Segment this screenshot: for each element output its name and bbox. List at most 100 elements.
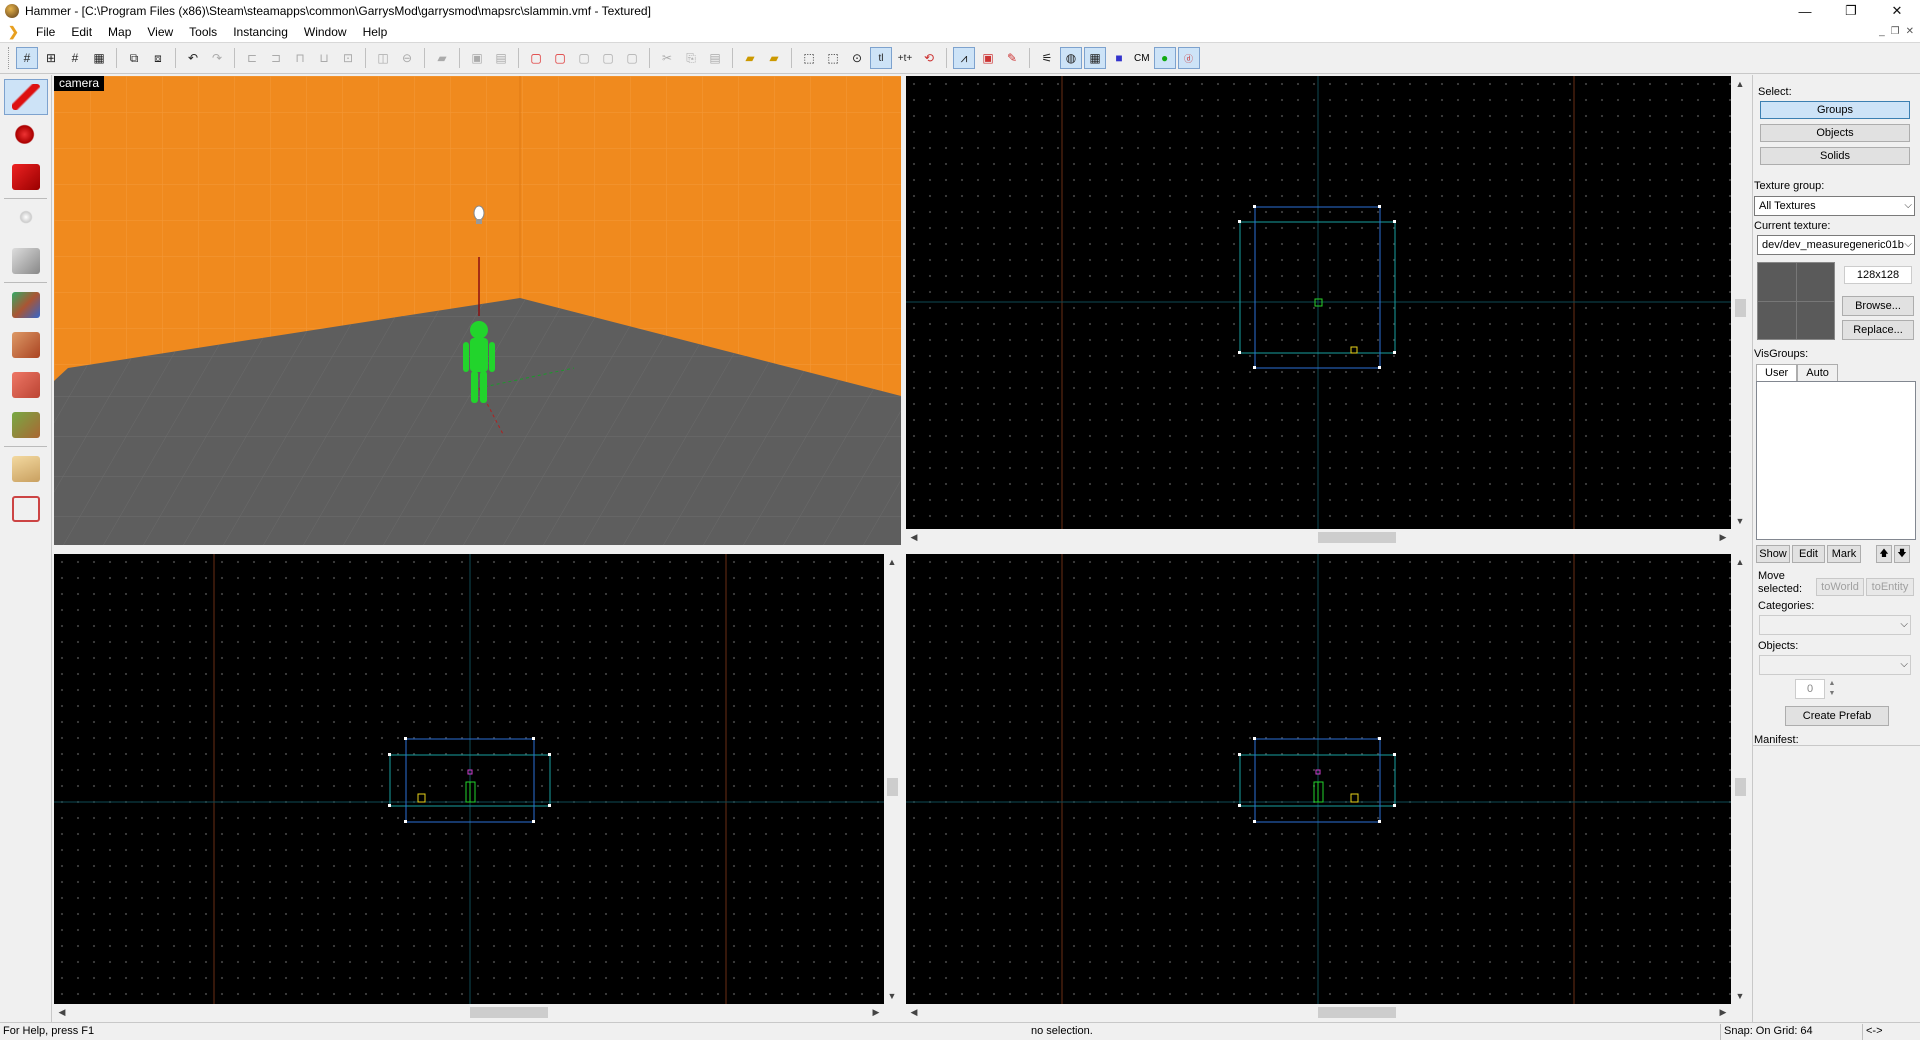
select-box-icon[interactable]: ⬚	[798, 47, 820, 69]
apply-texture-button[interactable]	[4, 327, 48, 363]
to-world-button[interactable]: toWorld	[1816, 578, 1864, 596]
objects-select[interactable]: ⌵	[1759, 655, 1911, 675]
mdi-minimize-button[interactable]: _	[1879, 22, 1885, 42]
texture-lock-icon[interactable]: ▰	[739, 47, 761, 69]
scroll-down-icon[interactable]: ▼	[884, 988, 900, 1004]
scroll-up-icon[interactable]: ▲	[1732, 554, 1748, 570]
maximize-button[interactable]: ❐	[1828, 0, 1874, 22]
group-icon[interactable]: ⧉	[123, 47, 145, 69]
edit-visgroup-button[interactable]: Edit	[1792, 545, 1825, 563]
align-bottom-icon[interactable]: ⊔	[313, 47, 335, 69]
entity-tool-button[interactable]	[4, 203, 48, 239]
menu-edit[interactable]: Edit	[63, 22, 100, 42]
show-button[interactable]: Show	[1756, 545, 1790, 563]
copy-icon[interactable]: ⎘	[680, 47, 702, 69]
top-view-hscroll[interactable]: ◀ ▶	[906, 529, 1731, 545]
texture-group-select[interactable]: All Textures ⌵	[1754, 196, 1915, 216]
document-icon[interactable]: ❯	[8, 25, 22, 39]
paste-icon[interactable]: ▤	[704, 47, 726, 69]
menu-instancing[interactable]: Instancing	[225, 22, 296, 42]
toggle-texlock-icon[interactable]: tl	[870, 47, 892, 69]
front-view-hscroll[interactable]: ◀ ▶	[54, 1004, 884, 1020]
undo-icon[interactable]: ↶	[182, 47, 204, 69]
categories-select[interactable]: ⌵	[1759, 615, 1911, 635]
scroll-left-icon[interactable]: ◀	[906, 529, 922, 545]
scroll-right-icon[interactable]: ▶	[1715, 529, 1731, 545]
spin-arrows-icon[interactable]: ▲ ▼	[1826, 679, 1838, 699]
clip-icon[interactable]: ▤	[490, 47, 512, 69]
scroll-up-icon[interactable]: ▲	[1732, 76, 1748, 92]
rotate-icon[interactable]: ⟲	[918, 47, 940, 69]
paint-icon[interactable]: ✎	[1001, 47, 1023, 69]
menu-file[interactable]: File	[28, 22, 63, 42]
align-right-icon[interactable]: ⊐	[265, 47, 287, 69]
texture-application-button[interactable]	[4, 287, 48, 323]
selection-tool-button[interactable]	[4, 79, 48, 115]
select-cursor-icon[interactable]: ⬚	[822, 47, 844, 69]
side-view-viewport[interactable]	[906, 554, 1731, 1004]
carve-icon[interactable]: ▰	[431, 47, 453, 69]
vertex-tool-button[interactable]	[4, 491, 48, 527]
redo-icon[interactable]: ↷	[206, 47, 228, 69]
cordon-label[interactable]: CM	[1134, 53, 1150, 64]
center-icon[interactable]: ⊙	[846, 47, 868, 69]
texture-preview[interactable]	[1757, 262, 1835, 340]
create-prefab-button[interactable]: Create Prefab	[1785, 706, 1889, 726]
flip-horizontal-icon[interactable]: ◫	[372, 47, 394, 69]
menu-view[interactable]: View	[139, 22, 181, 42]
close-button[interactable]: ✕	[1874, 0, 1920, 22]
draw-icon[interactable]: ⓓ	[1177, 47, 1200, 69]
browse-button[interactable]: Browse...	[1842, 296, 1914, 316]
tab-user[interactable]: User	[1756, 364, 1798, 381]
wireframe-icon[interactable]: ▦	[1084, 47, 1106, 69]
overlay-tool-button[interactable]	[4, 407, 48, 443]
align-left-icon[interactable]: ⊏	[241, 47, 263, 69]
cube-color-icon[interactable]: ■	[1108, 47, 1130, 69]
menu-map[interactable]: Map	[100, 22, 139, 42]
camera-tool-button[interactable]	[4, 159, 48, 195]
hide-icon[interactable]: ▢	[573, 47, 595, 69]
to-entity-button[interactable]: toEntity	[1866, 578, 1914, 596]
to-entity-icon[interactable]: ▢	[525, 47, 547, 69]
visgroups-list[interactable]	[1756, 381, 1916, 540]
replace-button[interactable]: Replace...	[1842, 320, 1914, 340]
unhide-icon[interactable]: ▢	[597, 47, 619, 69]
current-texture-select[interactable]: dev/dev_measuregeneric01b ⌵	[1757, 235, 1915, 255]
camera-viewport[interactable]: camera	[54, 76, 901, 545]
hide-unselected-icon[interactable]: ▢	[621, 47, 643, 69]
toolbar-grip[interactable]	[8, 47, 11, 69]
prefab-count-input[interactable]: 0	[1795, 679, 1825, 699]
grid-smaller-icon[interactable]: ⊞	[40, 47, 62, 69]
hollow-icon[interactable]: ▣	[466, 47, 488, 69]
scroll-right-icon[interactable]: ▶	[868, 1004, 884, 1020]
top-view-viewport[interactable]	[906, 76, 1731, 529]
side-view-hscroll[interactable]: ◀ ▶	[906, 1004, 1731, 1020]
cut-icon[interactable]: ✂	[656, 47, 678, 69]
menu-tools[interactable]: Tools	[181, 22, 225, 42]
top-view-vscroll[interactable]: ▲ ▼	[1732, 76, 1748, 529]
faces-icon[interactable]: ▣	[977, 47, 999, 69]
scroll-right-icon[interactable]: ▶	[1715, 1004, 1731, 1020]
handles-icon[interactable]: +t+	[894, 47, 916, 69]
align-center-icon[interactable]: ⊡	[337, 47, 359, 69]
globe-icon[interactable]: ◍	[1060, 47, 1082, 69]
flip-vertical-icon[interactable]: ⊖	[396, 47, 418, 69]
scroll-left-icon[interactable]: ◀	[54, 1004, 70, 1020]
clipping-tool-button[interactable]	[4, 451, 48, 487]
grid-3d-icon[interactable]: ▦	[88, 47, 110, 69]
mdi-restore-button[interactable]: ❐	[1891, 22, 1900, 42]
select-solids-button[interactable]: Solids	[1760, 147, 1910, 165]
select-objects-button[interactable]: Objects	[1760, 124, 1910, 142]
grid-larger-icon[interactable]: #	[64, 47, 86, 69]
menu-window[interactable]: Window	[296, 22, 355, 42]
menu-help[interactable]: Help	[355, 22, 396, 42]
scroll-down-icon[interactable]: ▼	[1732, 513, 1748, 529]
scroll-down-icon[interactable]: ▼	[1732, 988, 1748, 1004]
front-view-viewport[interactable]	[54, 554, 884, 1004]
scroll-up-icon[interactable]: ▲	[884, 554, 900, 570]
magnify-tool-button[interactable]	[4, 119, 48, 155]
align-top-icon[interactable]: ⊓	[289, 47, 311, 69]
tab-auto[interactable]: Auto	[1797, 364, 1838, 381]
to-world-icon[interactable]: ▢	[549, 47, 571, 69]
block-tool-button[interactable]	[4, 243, 48, 279]
